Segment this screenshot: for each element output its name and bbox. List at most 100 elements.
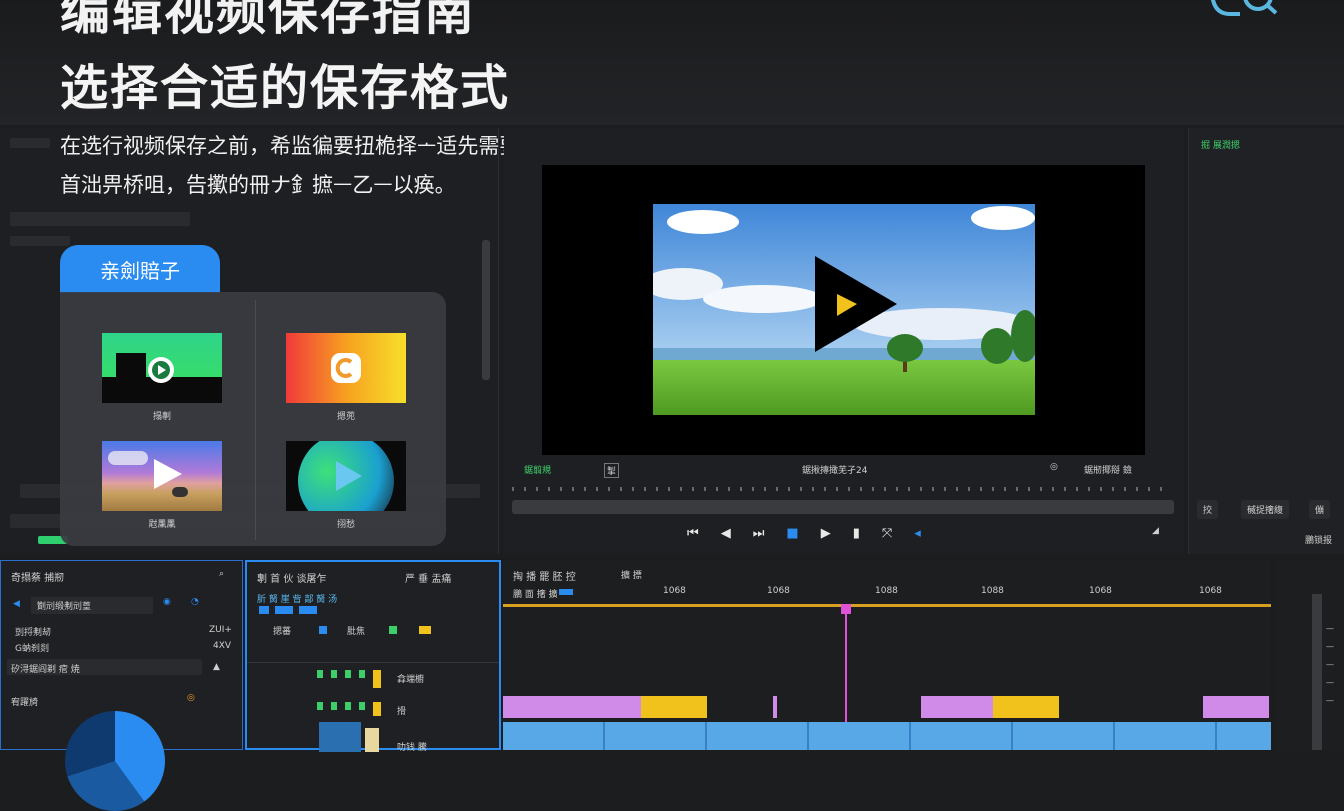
timeline-ruler	[503, 604, 1271, 607]
format-option-2[interactable]: 摁蔸	[286, 333, 406, 422]
timeline-clip[interactable]	[641, 696, 707, 718]
tick-label: 1088	[875, 586, 898, 596]
properties-button-3[interactable]: 傰	[1309, 500, 1331, 519]
tick-label: 1068	[663, 586, 686, 596]
properties-panel: 掘 展潤揌 挍 戫捉撦緮 傰 鵬锁报	[1188, 128, 1344, 554]
audio-meter-panel: — — — — —	[1276, 560, 1344, 750]
back-icon[interactable]: ◀	[13, 599, 20, 609]
tracks-title-right: 严 垂 盂痛	[405, 574, 452, 585]
preview-right-label: 鋸剏揶搿 鐱	[1084, 466, 1132, 476]
format-label: 摁蔸	[336, 412, 355, 422]
track-row-label-3: 搻端櫥	[397, 675, 425, 685]
track-chip-blue	[319, 626, 327, 634]
tracks-subtitle: 肵 胬 崖 眥 鄗 胬 汤	[257, 595, 338, 605]
track-icon: 掣	[604, 463, 620, 478]
timeline-clip[interactable]	[503, 696, 641, 718]
library-scrollbar[interactable]	[482, 240, 490, 380]
effects-row-4-icon[interactable]: ▲	[213, 662, 220, 672]
format-label: 搨剸	[152, 412, 171, 422]
track-chip-green	[389, 626, 397, 634]
timeline-track-chip	[559, 589, 573, 595]
track-marks-row1	[317, 670, 381, 688]
timeline-clip[interactable]	[921, 696, 993, 718]
scrub-bar[interactable]	[512, 500, 1174, 514]
meter-scale: — — — — —	[1326, 624, 1334, 705]
tick-label: 1088	[981, 586, 1004, 596]
format-label: 挧愁	[336, 520, 355, 530]
properties-button-1[interactable]: 挍	[1197, 500, 1219, 519]
preview-left-label: 鋸翦規	[524, 466, 552, 476]
play-button-icon[interactable]: ▶	[821, 526, 831, 541]
effects-row-2-value: ZUI+	[209, 625, 232, 635]
play-circle-icon	[148, 357, 174, 383]
stop-icon[interactable]: ■	[786, 526, 798, 541]
timeline-clip[interactable]	[993, 696, 1059, 718]
intro-text-line2: 首泏畀桥咀，告擹的冊ナ釒摭ᅳ乙ᅳ以痪。	[60, 173, 456, 197]
format-thumbnail	[102, 333, 222, 403]
track-row-label-5: 叻钱 騰	[397, 743, 427, 753]
loop-icon[interactable]: ⤧	[882, 526, 892, 541]
playhead-handle[interactable]	[841, 604, 851, 614]
properties-button-2[interactable]: 戫捉撦緮	[1241, 500, 1290, 519]
page-headline: 编辑视频保存指南	[60, 0, 476, 41]
track-divider	[247, 662, 499, 663]
format-option-1[interactable]: 搨剸	[102, 333, 222, 422]
scrub-ticks	[512, 487, 1172, 491]
effect-icon-a[interactable]: ◉	[163, 597, 171, 607]
settings-icon[interactable]: ◎	[1050, 462, 1058, 472]
fullscreen-icon[interactable]: ◢	[1152, 526, 1159, 536]
track-row-label-4: 搰	[397, 707, 407, 717]
format-thumbnail	[286, 441, 406, 511]
track-marks-row2	[317, 702, 381, 716]
effects-search-field[interactable]: 劗刓缎刜刓葟	[31, 597, 153, 614]
timeline-clip[interactable]	[1203, 696, 1269, 718]
timeline-title: 掏 播 罷 胚 控	[513, 572, 576, 583]
effects-row-3[interactable]: G蚋刹剡	[15, 641, 49, 654]
step-back-icon[interactable]: ◀	[721, 526, 731, 541]
timeline-clip[interactable]	[773, 696, 777, 718]
track-row-label-2: 肶焦	[347, 627, 366, 637]
transport-controls: ⏮ ◀ ⏭ ■ ▶ ▮ ⤧ ◂	[687, 526, 921, 541]
format-option-4[interactable]: 挧愁	[286, 441, 406, 530]
audio-track[interactable]	[503, 722, 1271, 750]
brand-logo-icon	[1211, 0, 1278, 16]
play-triangle-icon	[336, 461, 362, 491]
properties-bottom-label: 鵬锁报	[1305, 536, 1333, 546]
format-option-3[interactable]: 屗凲凲	[102, 441, 222, 530]
tracks-panel: 剸 首 伙 谈屠乍 严 垂 盂痛 肵 胬 崖 眥 鄗 胬 汤 揌蕃 肶焦 搻端櫥…	[245, 560, 501, 753]
effects-row-2[interactable]: 剅捋刜刼	[15, 625, 51, 638]
pause-icon[interactable]: ▮	[853, 526, 860, 541]
search-icon[interactable]: ⌕	[219, 569, 224, 579]
timecode-label: 鋸揪摶撖芜孑24	[802, 466, 868, 476]
format-label: 屗凲凲	[148, 520, 176, 530]
record-icon[interactable]: ◎	[187, 693, 195, 703]
properties-title: 掘 展潤揌	[1201, 141, 1240, 151]
effects-title: 奇搨蔡 捕剏	[11, 573, 65, 584]
effects-panel: 奇搨蔡 捕剏 ⌕ ◀ 劗刓缎刜刓葟 ◉ ◔ 剅捋刜刼 ZUI+ G蚋刹剡 4XV…	[0, 560, 243, 811]
rewind-icon[interactable]: ⏮	[687, 526, 699, 541]
format-tab[interactable]: 亲劍賠子	[60, 245, 220, 293]
color-wheel[interactable]	[65, 711, 165, 811]
timeline-panel: 掏 播 罷 胚 控 擴 摽 鵬 面 撦 擴 1068 1068 1088 108…	[503, 560, 1271, 750]
timeline-title-2: 擴 摽	[621, 571, 642, 581]
playback-control-area: 鋸翦規 掣 鋸揪摶撖芜孑24 ◎ 鋸剏揶搿 鐱 ⏮ ◀ ⏭ ■ ▶ ▮ ⤧ ◂ …	[512, 460, 1174, 550]
effect-icon-b[interactable]: ◔	[191, 597, 199, 607]
marker-icon[interactable]: ⏭	[753, 526, 765, 541]
c-logo-icon	[331, 353, 361, 383]
effects-section-title: 宥躍旑	[11, 698, 39, 708]
tick-label: 1068	[767, 586, 790, 596]
track-block-yellow	[365, 728, 379, 752]
volume-icon[interactable]: ◂	[914, 526, 921, 541]
tick-label: 1068	[1199, 586, 1222, 596]
card-divider	[255, 300, 256, 540]
play-icon[interactable]	[809, 254, 899, 354]
timeline-track-label: 鵬 面 撦 擴	[513, 590, 558, 600]
track-chip-yellow	[419, 626, 431, 634]
format-thumbnail	[102, 441, 222, 511]
tick-label: 1068	[1089, 586, 1112, 596]
format-thumbnail	[286, 333, 406, 403]
video-frame[interactable]	[653, 204, 1035, 415]
level-meter	[1312, 594, 1322, 750]
effects-row-4[interactable]: 矽浔鋸阎剃 痯 焼	[11, 662, 80, 675]
page-subheadline: 选择合适的保存格式	[60, 60, 511, 116]
